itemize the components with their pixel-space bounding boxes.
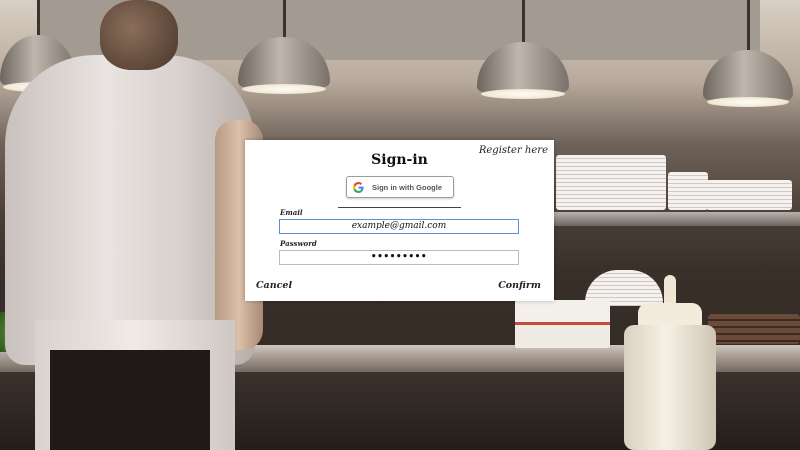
confirm-button[interactable]: Confirm: [498, 280, 541, 291]
google-g-icon: [352, 181, 364, 193]
cancel-button[interactable]: Cancel: [256, 280, 292, 291]
plate-stack: [556, 155, 666, 210]
plate-shelf: [552, 212, 800, 226]
google-button-label: Sign in with Google: [372, 182, 442, 192]
pendant-lamp: [703, 0, 793, 112]
pendant-lamp: [477, 0, 569, 105]
email-label: Email: [280, 208, 303, 217]
pans: [708, 314, 800, 344]
divider: [338, 207, 461, 208]
password-field[interactable]: •••••••••: [279, 250, 519, 265]
plate-stack: [668, 172, 708, 210]
email-field[interactable]: example@gmail.com: [279, 219, 519, 234]
boxes: [515, 300, 610, 348]
google-sign-in-button[interactable]: Sign in with Google: [346, 176, 454, 198]
password-label: Password: [280, 239, 317, 248]
plate-stack: [706, 180, 792, 210]
squeeze-bottle: [624, 275, 716, 450]
dialog-title: Sign-in: [371, 152, 428, 168]
sign-in-dialog: Register here Sign-in Sign in with Googl…: [245, 140, 554, 301]
chef-figure: [5, 0, 275, 450]
